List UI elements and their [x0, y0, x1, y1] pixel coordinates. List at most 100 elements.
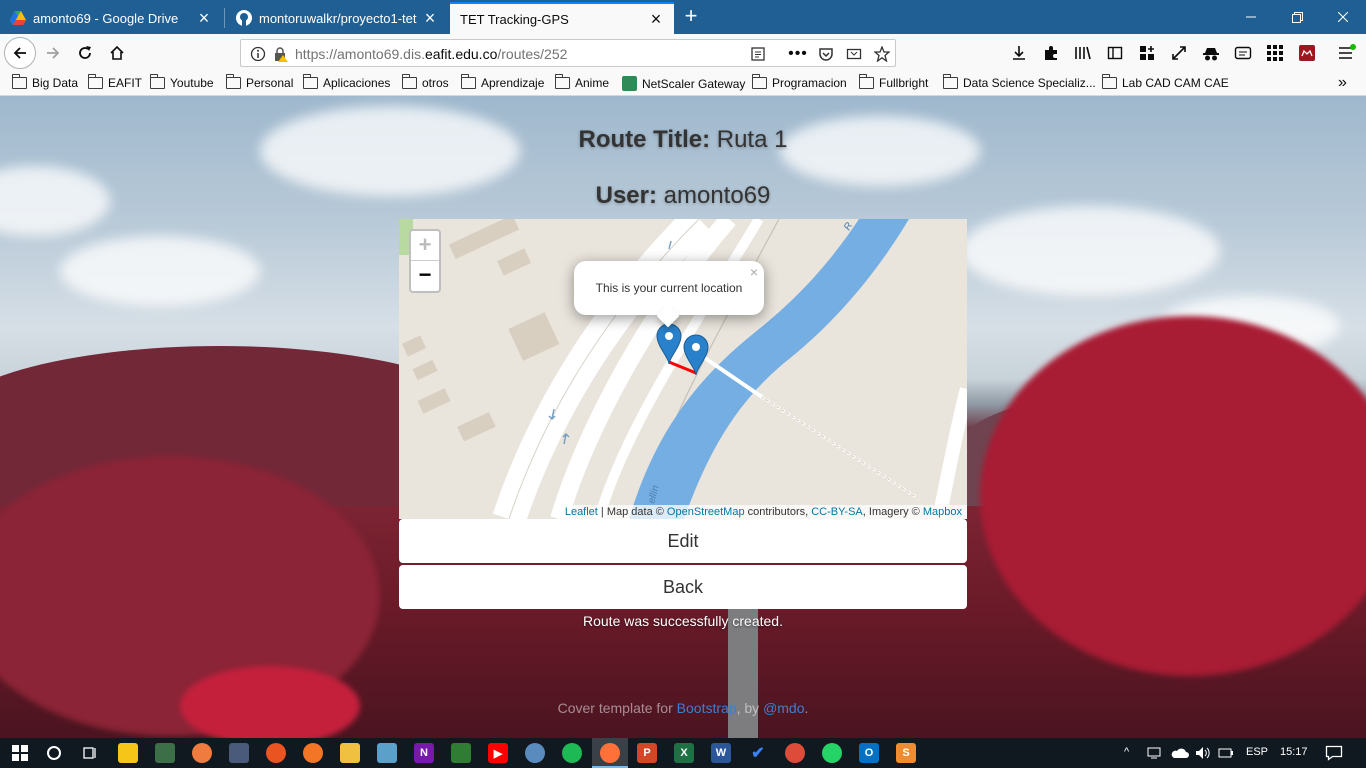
new-tab-button[interactable]: + — [678, 4, 704, 30]
fullscreen-button[interactable] — [1164, 38, 1194, 68]
task-view-icon[interactable] — [80, 743, 100, 763]
todo-icon[interactable]: ✔ — [748, 743, 768, 763]
page-actions-icon[interactable]: ••• — [788, 45, 807, 63]
extension-button[interactable] — [1228, 38, 1258, 68]
chevron-up-icon[interactable]: ^ — [1124, 746, 1129, 758]
mapbox-link[interactable]: Mapbox — [923, 506, 962, 518]
bookmarks-overflow-chevron-icon[interactable]: » — [1338, 74, 1347, 92]
download-icon — [1013, 46, 1025, 60]
home-button[interactable] — [102, 38, 132, 68]
youtube-icon[interactable]: ▶ — [488, 743, 508, 763]
search-icon[interactable] — [44, 743, 64, 763]
powerpoint-icon[interactable]: P — [637, 743, 657, 763]
jupyter-icon[interactable] — [303, 743, 323, 763]
clock[interactable]: 15:17 — [1280, 746, 1308, 758]
battery-icon[interactable] — [1216, 743, 1236, 763]
bookmark-folder[interactable]: Programacion — [751, 74, 847, 90]
downloads-button[interactable] — [1004, 38, 1034, 68]
close-window-button[interactable] — [1320, 0, 1366, 34]
library-button[interactable] — [1068, 38, 1098, 68]
minimize-button[interactable] — [1228, 0, 1274, 34]
bookmark-folder[interactable]: Big Data — [11, 74, 78, 90]
openstreetmap-link[interactable]: OpenStreetMap — [667, 506, 745, 518]
sublime-text-icon[interactable]: S — [896, 743, 916, 763]
bookmark-folder[interactable]: EAFIT — [87, 74, 143, 90]
volume-icon[interactable] — [1193, 743, 1213, 763]
spotify-icon[interactable] — [562, 743, 582, 763]
bookmark-label: EAFIT — [108, 76, 143, 90]
app-icon[interactable] — [525, 743, 545, 763]
location-popup: This is your current location × — [574, 261, 764, 315]
bookmark-folder[interactable]: otros — [401, 74, 449, 90]
close-icon[interactable]: × — [648, 10, 664, 28]
menu-button[interactable] — [1332, 38, 1362, 68]
app-icon[interactable] — [451, 743, 471, 763]
bookmark-folder[interactable]: Youtube — [149, 74, 214, 90]
forward-button[interactable] — [38, 38, 68, 68]
apps-button[interactable] — [1260, 38, 1290, 68]
bookmark-folder[interactable]: Data Science Specializ... — [942, 74, 1096, 90]
bookmark-star-icon[interactable] — [873, 45, 891, 63]
language-indicator[interactable]: ESP — [1246, 746, 1268, 758]
bookmark-folder[interactable]: Personal — [225, 74, 293, 90]
url-bar[interactable]: https://amonto69.dis.eafit.edu.co/routes… — [240, 39, 896, 67]
bootstrap-link[interactable]: Bootstrap — [677, 700, 737, 716]
notification-center-icon[interactable] — [1324, 743, 1344, 763]
edit-button[interactable]: Edit — [399, 519, 967, 563]
containers-button[interactable] — [1132, 38, 1162, 68]
bookmark-folder[interactable]: Aplicaciones — [302, 74, 390, 90]
excel-icon[interactable]: X — [674, 743, 694, 763]
close-icon[interactable]: × — [196, 9, 212, 27]
app-icon[interactable] — [377, 743, 397, 763]
route-map[interactable]: R ellín + − This is your current locatio… — [399, 219, 967, 519]
bookmark-label: NetScaler Gateway — [642, 76, 746, 91]
ubuntu-icon[interactable] — [266, 743, 286, 763]
bookmark-folder[interactable]: Anime — [554, 74, 609, 90]
mendeley-extension-button[interactable] — [1292, 38, 1322, 68]
restore-button[interactable] — [1274, 0, 1320, 34]
back-button[interactable] — [4, 37, 36, 69]
pocket-icon[interactable] — [817, 45, 835, 63]
bookmark-link[interactable]: NetScaler Gateway — [622, 76, 745, 91]
reload-button[interactable] — [70, 38, 100, 68]
file-explorer-icon[interactable] — [340, 743, 360, 763]
app-icon[interactable] — [155, 743, 175, 763]
chrome-icon[interactable] — [785, 743, 805, 763]
app-icon[interactable] — [192, 743, 212, 763]
zoom-in-button[interactable]: + — [411, 231, 439, 261]
network-icon[interactable] — [1145, 743, 1165, 763]
tab-github[interactable]: montoruwalkr/proyecto1-tet × — [226, 2, 448, 34]
outlook-icon[interactable]: O — [859, 743, 879, 763]
firefox-icon[interactable] — [600, 743, 620, 763]
back-link-button[interactable]: Back — [399, 565, 967, 609]
bookmark-folder[interactable]: Aprendizaje — [460, 74, 544, 90]
license-link[interactable]: CC-BY-SA — [811, 506, 863, 518]
author-link[interactable]: @mdo — [763, 700, 804, 716]
onenote-icon[interactable]: N — [414, 743, 434, 763]
windows-start-icon[interactable] — [10, 743, 30, 763]
bookmark-folder[interactable]: Lab CAD CAM CAE — [1101, 74, 1229, 90]
tab-label: amonto69 - Google Drive — [33, 10, 179, 26]
leaflet-link[interactable]: Leaflet — [565, 506, 598, 518]
incognito-button[interactable] — [1196, 38, 1226, 68]
tab-tet-tracking[interactable]: TET Tracking-GPS × — [450, 2, 674, 34]
whatsapp-icon[interactable] — [822, 743, 842, 763]
reader-view-icon[interactable] — [749, 45, 767, 63]
tab-google-drive[interactable]: amonto69 - Google Drive × — [0, 2, 222, 34]
close-icon[interactable]: × — [750, 264, 758, 280]
onedrive-cloud-icon[interactable] — [1170, 743, 1190, 763]
word-icon[interactable]: W — [711, 743, 731, 763]
sticky-notes-icon[interactable] — [118, 743, 138, 763]
info-icon[interactable] — [249, 45, 267, 63]
close-icon[interactable]: × — [422, 9, 438, 27]
zoom-out-button[interactable]: − — [411, 261, 439, 291]
bookmark-folder[interactable]: Fullbright — [858, 74, 928, 90]
expand-icon — [1172, 46, 1186, 60]
extensions-button[interactable] — [1036, 38, 1066, 68]
app-icon[interactable] — [229, 743, 249, 763]
sidebar-button[interactable] — [1100, 38, 1130, 68]
page-content: Route Title: Ruta 1 User: amonto69 R ell… — [0, 96, 1366, 738]
folder-icon — [149, 74, 165, 89]
insecure-lock-icon[interactable] — [271, 45, 289, 63]
screenshot-icon[interactable] — [845, 45, 863, 63]
